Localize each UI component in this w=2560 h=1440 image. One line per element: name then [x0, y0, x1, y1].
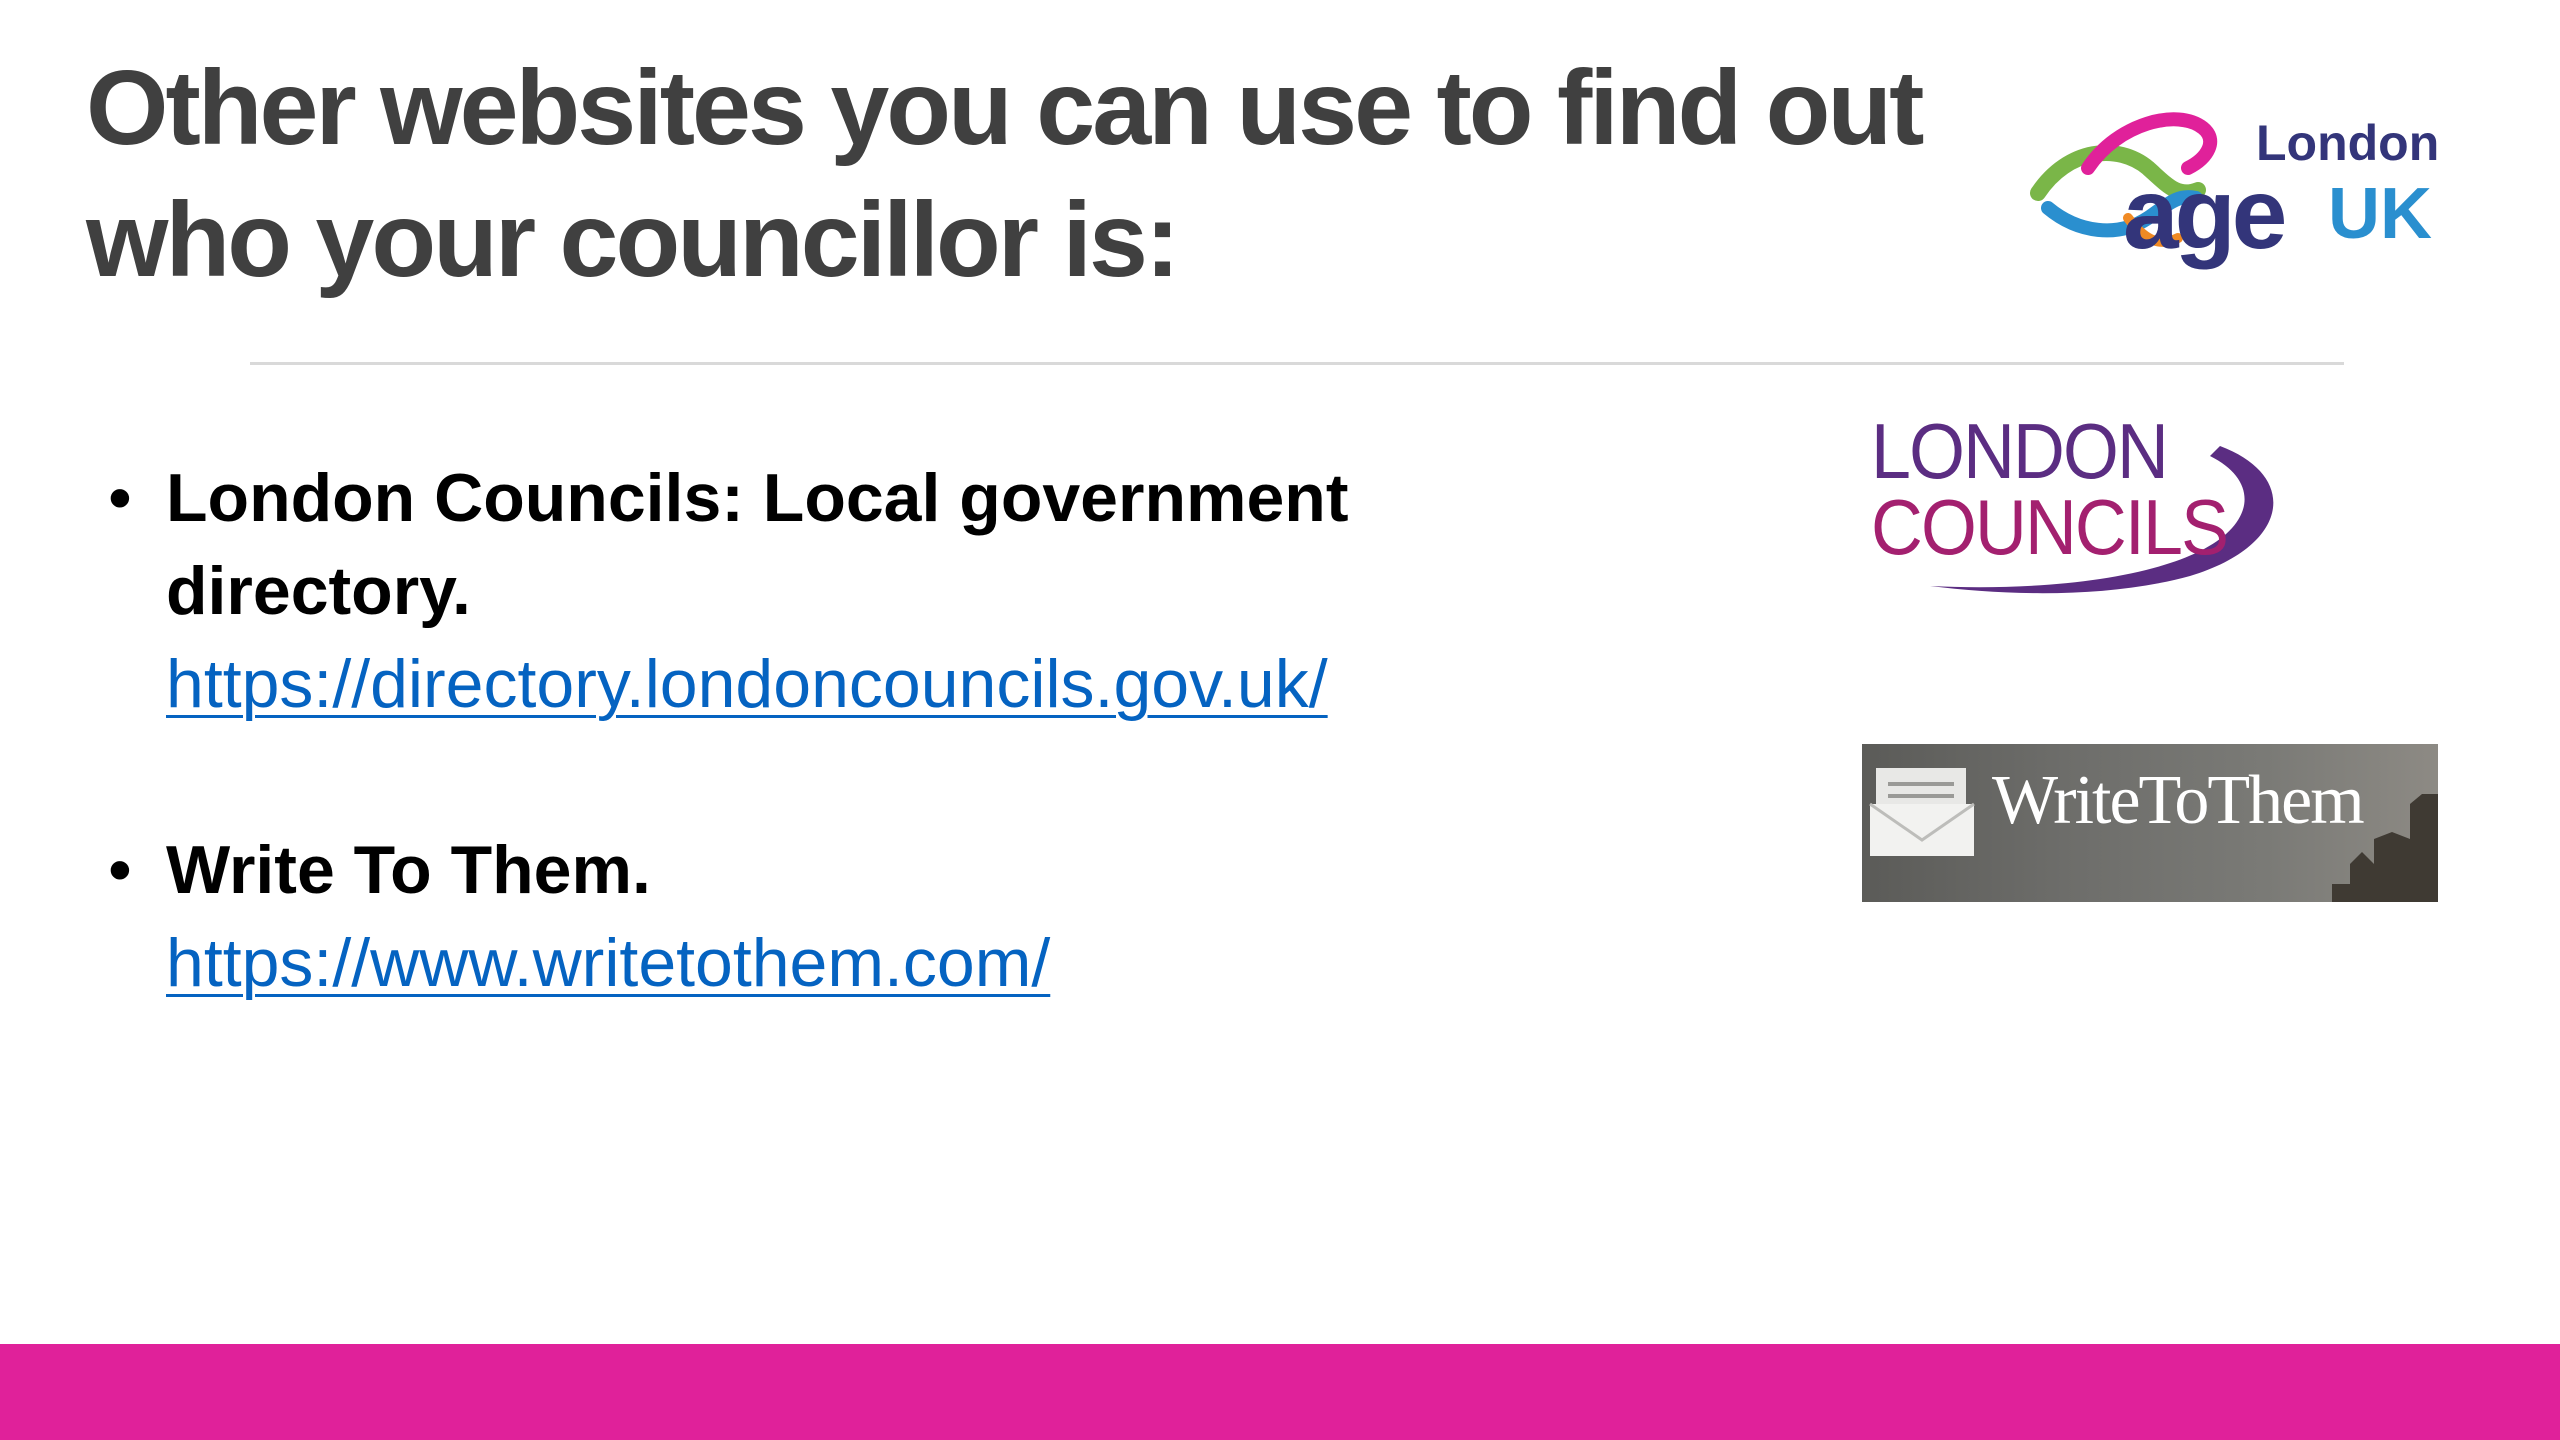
- website-list: • London Councils: Local government dire…: [100, 452, 1800, 1010]
- envelope-icon: [1869, 768, 1975, 856]
- wtt-text: WriteToThem: [1992, 762, 2365, 839]
- heading-line-1: London Councils: Local government: [166, 460, 1349, 536]
- london-councils-link[interactable]: https://directory.londoncouncils.gov.uk/: [166, 638, 1328, 731]
- list-item-heading: London Councils: Local government direct…: [166, 452, 1800, 638]
- bullet-icon: •: [108, 832, 132, 908]
- list-item-london-councils: • London Councils: Local government dire…: [100, 452, 1800, 731]
- ageuk-uk-text: UK: [2328, 174, 2432, 254]
- lc-text-councils: COUNCILS: [1871, 483, 2227, 570]
- ageuk-age-text: age: [2123, 158, 2285, 270]
- list-item-write-to-them: • Write To Them. https://www.writetothem…: [100, 824, 1800, 1010]
- title-divider: [250, 362, 2344, 365]
- heading-line-2: directory.: [166, 553, 471, 629]
- title-line-1: Other websites you can use to find out: [86, 49, 1924, 167]
- slide: Other websites you can use to find out w…: [0, 0, 2560, 1440]
- bottom-accent-bar: [0, 1344, 2560, 1440]
- write-to-them-link[interactable]: https://www.writetothem.com/: [166, 917, 1050, 1010]
- age-uk-london-logo: London age UK: [2030, 112, 2439, 270]
- list-item-heading: Write To Them.: [166, 832, 651, 908]
- lc-text-london: LONDON: [1871, 407, 2167, 494]
- slide-title: Other websites you can use to find out w…: [86, 42, 2046, 306]
- london-councils-logo: LONDON COUNCILS: [1871, 407, 2274, 594]
- title-line-2: who your councillor is:: [86, 181, 1180, 299]
- bullet-icon: •: [108, 460, 132, 536]
- write-to-them-logo: WriteToThem: [1862, 744, 2438, 902]
- ageuk-region-text: London: [2256, 115, 2439, 171]
